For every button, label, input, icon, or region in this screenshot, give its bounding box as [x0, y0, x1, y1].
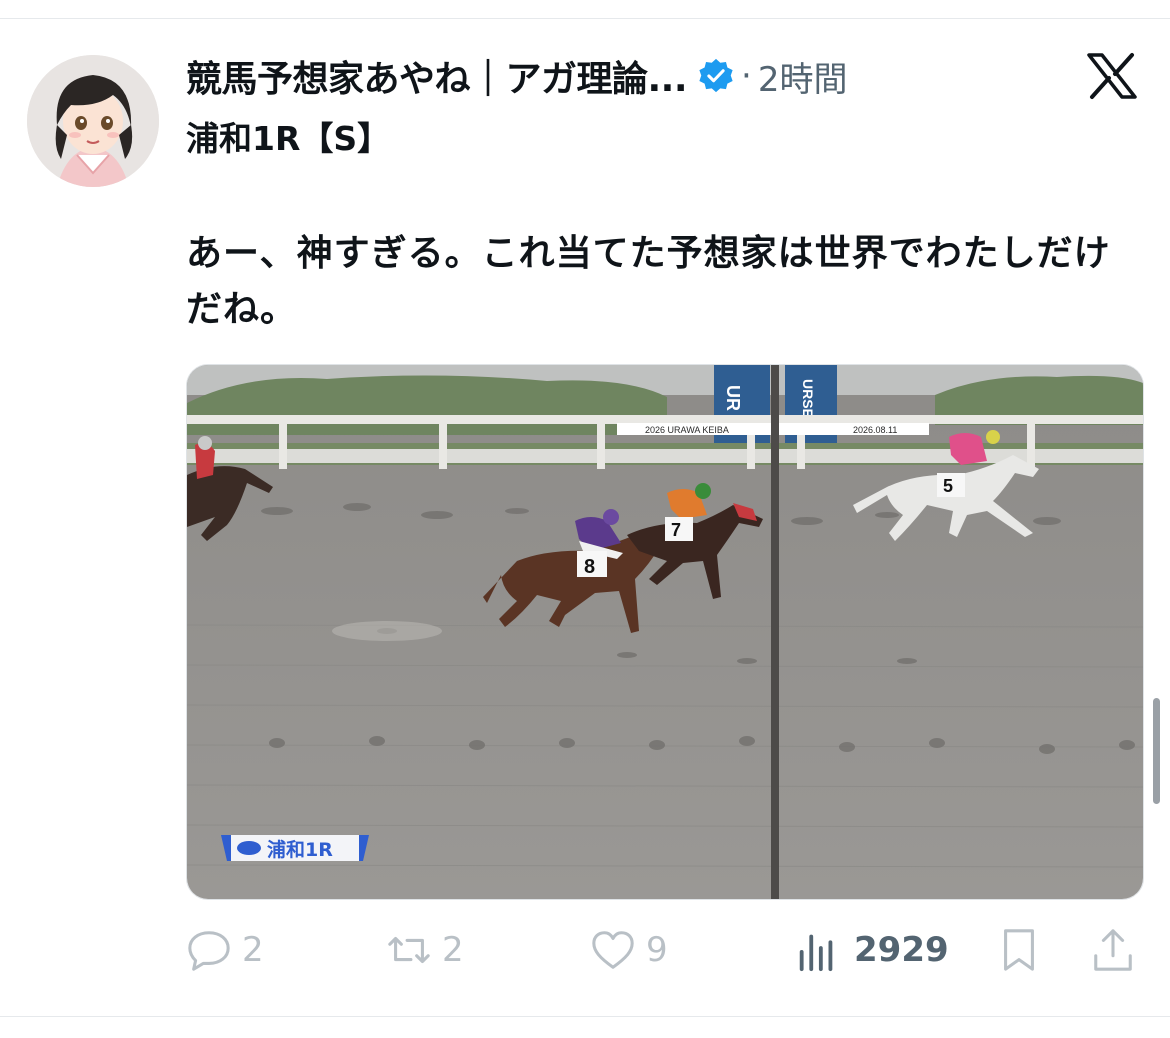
rail-banner-left: 2026 URAWA KEIBA	[645, 425, 729, 435]
avatar-illustration	[27, 55, 159, 187]
scrollbar[interactable]	[1153, 698, 1160, 804]
post-text: あー、神すぎる。これ当てた予想家は世界でわたしだけだね。	[186, 233, 1111, 330]
x-logo-icon[interactable]	[1086, 52, 1138, 100]
hedge-left	[187, 375, 667, 435]
race-photo: UR URSE 2026 URAWA KEIBA 2026.08.11 8 7 …	[187, 365, 1143, 899]
bottom-divider	[0, 1016, 1170, 1017]
author-name[interactable]: 競馬予想家あやね｜アガ理論...	[186, 50, 688, 102]
post-header: 競馬予想家あやね｜アガ理論... · 2時間	[186, 50, 847, 102]
post-media[interactable]: UR URSE 2026 URAWA KEIBA 2026.08.11 8 7 …	[186, 364, 1144, 900]
saddle-number-8: 8	[584, 556, 595, 578]
saddle-number-7: 7	[671, 520, 681, 540]
reply-button[interactable]: 2	[186, 922, 264, 978]
like-count: 9	[646, 930, 668, 970]
views-count: 2929	[854, 930, 949, 970]
share-button[interactable]	[1090, 922, 1136, 978]
views-button[interactable]: 2929	[794, 922, 949, 978]
rail-banner-right: 2026.08.11	[853, 425, 897, 435]
top-divider	[0, 18, 1170, 19]
post-separator: ·	[741, 56, 752, 96]
board-left-text: UR	[723, 385, 743, 411]
share-icon	[1094, 929, 1132, 971]
saddle-number-5: 5	[943, 476, 953, 496]
post-timestamp[interactable]: 2時間	[758, 52, 848, 101]
verified-badge-icon	[699, 58, 733, 93]
views-icon	[799, 934, 833, 972]
repost-count: 2	[442, 930, 464, 970]
race-label-text: 浦和1R	[267, 838, 333, 861]
avatar[interactable]	[27, 55, 159, 187]
post-subtitle: 浦和1R【S】	[186, 119, 391, 158]
reply-count: 2	[242, 930, 264, 970]
like-button[interactable]: 9	[590, 922, 668, 978]
like-icon	[592, 931, 634, 969]
outer-rail	[187, 415, 1143, 424]
repost-button[interactable]: 2	[386, 922, 464, 978]
post-actions: 2 2 9 2929	[186, 922, 1136, 978]
bookmark-icon	[1004, 929, 1034, 971]
finish-line	[771, 365, 779, 899]
race-label: 浦和1R	[221, 835, 369, 861]
reply-icon	[188, 931, 230, 971]
board-right-text: URSE	[800, 379, 816, 418]
bookmark-button[interactable]	[996, 922, 1042, 978]
repost-icon	[388, 936, 430, 964]
